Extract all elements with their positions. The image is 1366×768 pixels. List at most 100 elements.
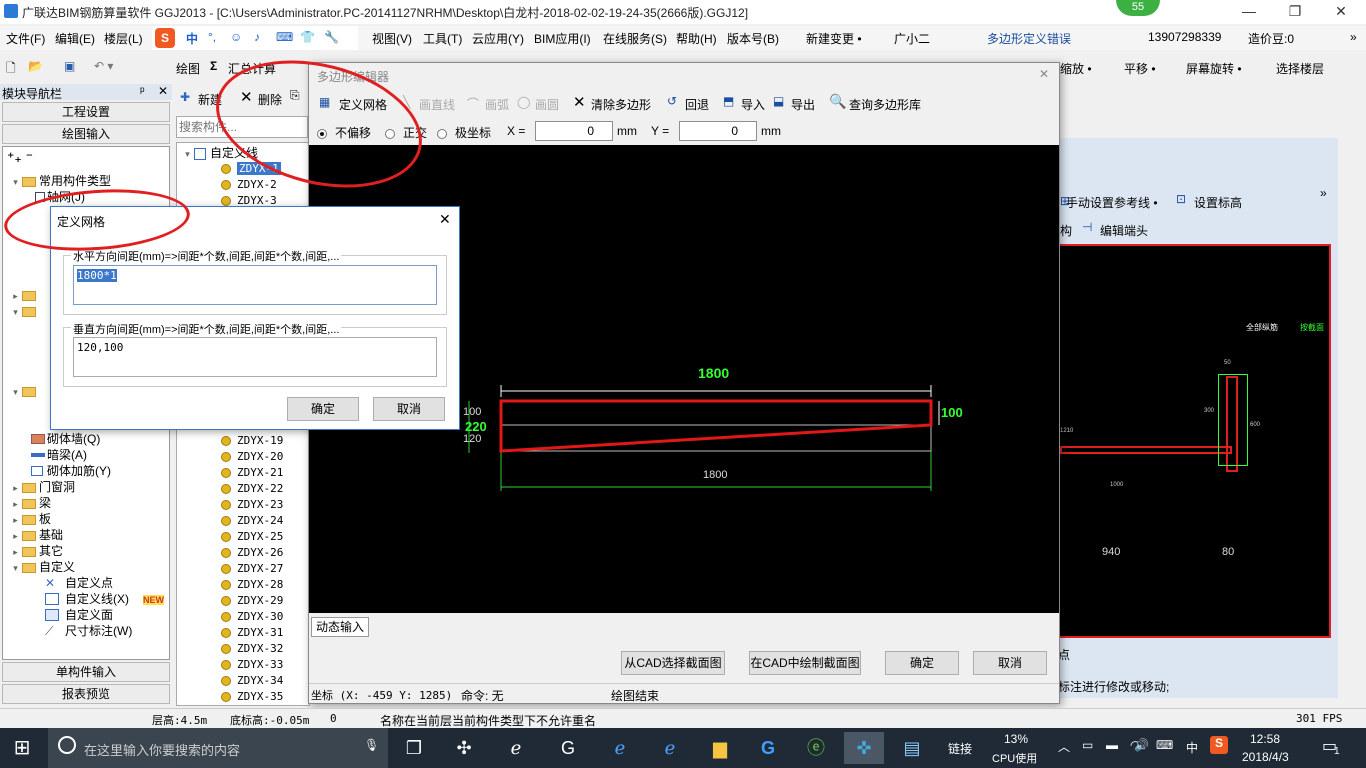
list-item[interactable]: ZDYX-34 [221,673,283,689]
link-label[interactable]: 链接 [948,740,972,757]
polygon-ok-button[interactable]: 确定 [885,651,959,675]
zoom-button[interactable]: 缩放 • [1060,60,1092,77]
tray-chevron-icon[interactable]: ︿ [1058,738,1070,755]
ime-lang-indicator[interactable]: 中 [1186,739,1198,756]
list-item[interactable]: ZDYX-30 [221,609,283,625]
report-preview-button[interactable]: 报表预览 [2,684,170,704]
set-elevation-button[interactable]: 设置标高 [1194,194,1242,211]
struct-label[interactable]: 构 [1060,222,1072,239]
ime-skin-icon[interactable]: 👕 [300,30,315,44]
list-item[interactable]: ZDYX-2 [221,177,277,193]
tree-dimension[interactable]: ⟋ 尺寸标注(W) [45,623,132,639]
open-folder-icon[interactable]: 📂 [28,59,43,73]
single-component-button[interactable]: 单构件输入 [2,662,170,682]
pan-button[interactable]: 平移 • [1124,60,1156,77]
grid-dialog-close-icon[interactable]: ✕ [439,211,451,228]
collapse-icon[interactable]: ▾ [11,174,20,190]
tree-custom-point[interactable]: ✕ 自定义点 [45,575,113,591]
ie-icon[interactable]: ℯ [496,732,536,764]
tree-foundation[interactable]: ▸ 基础 [11,527,63,544]
tree-collapsed-1[interactable]: ▸ [11,287,39,304]
volume-icon[interactable]: 🔊 [1134,738,1149,752]
collapse-icon[interactable]: ▾ [11,384,20,400]
draw-circle-button[interactable]: 画圆 [535,96,559,113]
expand-icon[interactable]: » [1350,30,1357,44]
list-item[interactable]: ZDYX-25 [221,529,283,545]
list-item[interactable]: ZDYX-28 [221,577,283,593]
menu-online[interactable]: 在线服务(S) [603,30,667,47]
draw-in-cad-button[interactable]: 在CAD中绘制截面图 [749,651,861,675]
tree-door-window[interactable]: ▸ 门窗洞 [11,479,75,496]
user-phone[interactable]: 13907298339 [1148,30,1221,44]
tree-slab[interactable]: ▸ 板 [11,511,51,528]
ggj-app-icon[interactable]: G [748,732,788,764]
menu-floor[interactable]: 楼层(L) [104,30,143,47]
glodon-active-icon[interactable]: ✜ [844,732,884,764]
collapse-icon[interactable]: ▾ [11,560,20,576]
ie360-icon[interactable]: ⓔ [796,732,836,764]
rotate-button[interactable]: 屏幕旋转 • [1186,60,1242,77]
tree-custom-line[interactable]: 自定义线(X) NEW [45,591,164,608]
app-g-icon[interactable]: G [548,732,588,764]
tree-custom[interactable]: ▾ 自定义 [11,559,75,576]
ime-keyboard-icon[interactable]: ⌨ [276,30,293,44]
fan-app-icon[interactable]: ✣ [444,732,484,764]
price-beans[interactable]: 造价豆:0 [1248,30,1294,47]
sogou-tray-icon[interactable]: S [1210,736,1228,754]
collapse-icon[interactable]: ▾ [183,146,192,162]
export-button[interactable]: 导出 [791,96,815,113]
list-item[interactable]: ZDYX-20 [221,449,283,465]
undo-icon[interactable]: ↶ ▾ [94,59,113,73]
x-input[interactable]: 0 [535,121,613,141]
maximize-button[interactable]: ❐ [1272,0,1318,24]
expand-icon[interactable]: ▸ [11,480,20,496]
menu-tools[interactable]: 工具(T) [423,30,462,47]
tree-custom-face[interactable]: 自定义面 [45,607,113,623]
keyboard-icon[interactable]: ⌨ [1156,738,1173,752]
expand-icon[interactable]: ▸ [11,528,20,544]
menu-edit[interactable]: 编辑(E) [55,30,95,47]
y-input[interactable]: 0 [679,121,757,141]
pin-icon[interactable]: ᵖ [140,84,145,98]
expand-icon[interactable]: ▸ [11,544,20,560]
list-item[interactable]: ZDYX-29 [221,593,283,609]
clear-polygon-button[interactable]: 清除多边形 [591,96,651,113]
polygon-editor-close-icon[interactable]: ✕ [1039,67,1049,81]
list-item[interactable]: ZDYX-32 [221,641,283,657]
vertical-spacing-input[interactable]: 120,100 [73,337,437,377]
polygon-cancel-button[interactable]: 取消 [973,651,1047,675]
list-item[interactable]: ZDYX-33 [221,657,283,673]
menu-cloud[interactable]: 云应用(Y) [472,30,524,47]
ime-tools-icon[interactable]: 🔧 [324,30,339,44]
menu-file[interactable]: 文件(F) [6,30,45,47]
tree-masonry-wall[interactable]: 砌体墙(Q) [31,431,100,447]
save-icon[interactable]: ▣ [64,59,75,73]
menu-view[interactable]: 视图(V) [372,30,412,47]
screenshot-icon[interactable]: ▤ [892,732,932,764]
new-icon[interactable]: ✚ [180,90,190,104]
ime-punct-icon[interactable]: °, [208,30,216,44]
expand-all-icon[interactable]: ⁺₊ ⁻ [7,149,33,165]
query-polygon-library-button[interactable]: 查询多边形库 [849,96,921,113]
minimize-button[interactable]: — [1226,0,1272,24]
task-view-icon[interactable]: ❐ [394,732,434,764]
taskbar-search[interactable]: 在这里输入你要搜索的内容 🎙 [48,728,388,768]
tree-other[interactable]: ▸ 其它 [11,543,63,560]
menu-version[interactable]: 版本号(B) [727,30,779,47]
power-icon[interactable]: ▬ [1106,738,1118,752]
tree-hidden-beam[interactable]: 暗梁(A) [31,447,87,463]
expand-icon[interactable]: ▸ [11,512,20,528]
tree-beam[interactable]: ▸ 梁 [11,495,51,512]
list-item[interactable]: ZDYX-35 [221,689,283,705]
nav-close-icon[interactable]: ✕ [158,84,168,98]
list-item[interactable]: ZDYX-24 [221,513,283,529]
undo-button[interactable]: 回退 [685,96,709,113]
select-from-cad-button[interactable]: 从CAD选择截面图 [621,651,725,675]
ime-lang[interactable]: 中 [186,30,198,47]
edit-end-button[interactable]: 编辑端头 [1100,222,1148,239]
ie-blue-icon[interactable]: ℯ [650,732,690,764]
dynamic-input-button[interactable]: 动态输入 [311,617,369,637]
menu-guangxiaoer[interactable]: 广小二 [894,30,930,47]
microphone-icon[interactable]: 🎙 [364,738,379,752]
edge-icon[interactable]: ℯ [600,732,640,764]
